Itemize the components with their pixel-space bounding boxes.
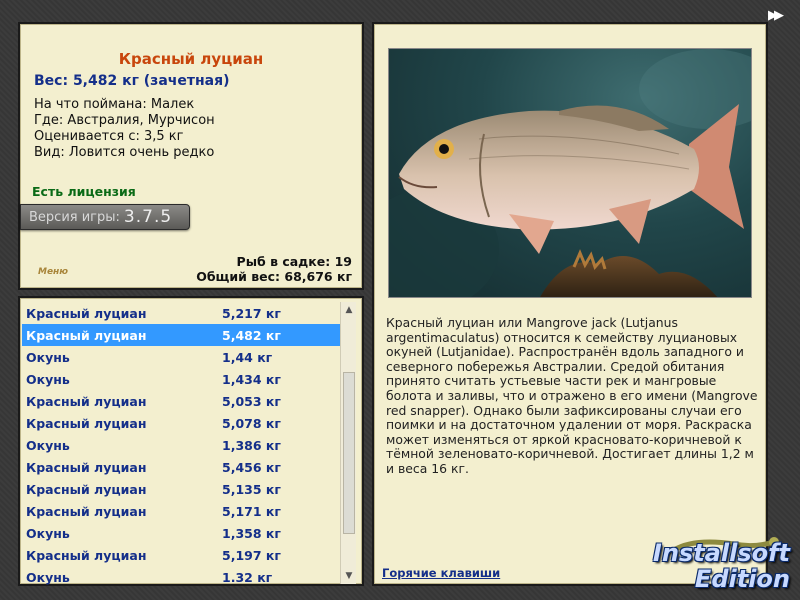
catch-fish-weight: 5,135 кг bbox=[222, 481, 281, 497]
catch-list-row[interactable]: Красный луциан 5,217 кг bbox=[22, 302, 340, 324]
catch-list-row[interactable]: Красный луциан 5,197 кг bbox=[22, 544, 340, 566]
catch-list-row[interactable]: Окунь 1,44 кг bbox=[22, 346, 340, 368]
catch-list-row[interactable]: Красный луциан 5,456 кг bbox=[22, 456, 340, 478]
fish-description-panel: Красный луциан или Mangrove jack (Lutjan… bbox=[372, 22, 768, 586]
installsoft-watermark: Installsoft Edition bbox=[634, 530, 794, 596]
catch-list-row[interactable]: Окунь 1,434 кг bbox=[22, 368, 340, 390]
fish-info-panel: Красный луциан Вес: 5,482 кг (зачетная) … bbox=[18, 22, 364, 290]
catch-fish-weight: 5,197 кг bbox=[222, 547, 281, 563]
catch-list-row[interactable]: Красный луциан 5,171 кг bbox=[22, 500, 340, 522]
catch-list[interactable]: Красный луциан 5,217 кг Красный луциан 5,48… bbox=[22, 302, 340, 586]
fish-illustration bbox=[389, 49, 751, 297]
fast-forward-icon[interactable]: ▶▶ bbox=[768, 8, 792, 24]
catch-list-row[interactable]: Окунь 1.32 кг bbox=[22, 566, 340, 586]
catch-fish-name: Красный луциан bbox=[26, 547, 147, 563]
keepnet-stats: Рыб в садке: 19 Общий вес: 68,676 кг bbox=[196, 254, 352, 284]
catch-fish-name: Окунь bbox=[26, 371, 70, 387]
watermark-line1: Installsoft bbox=[652, 539, 790, 567]
fish-weight: Вес: 5,482 кг (зачетная) bbox=[34, 73, 230, 89]
catch-fish-weight: 1.32 кг bbox=[222, 569, 273, 585]
scroll-down-arrow-icon[interactable]: ▼ bbox=[341, 568, 357, 584]
species-rarity: Вид: Ловится очень редко bbox=[34, 145, 215, 160]
catch-fish-weight: 1,44 кг bbox=[222, 349, 273, 365]
rated-from: Оценивается с: 3,5 кг bbox=[34, 129, 184, 144]
catch-fish-weight: 1,434 кг bbox=[222, 371, 281, 387]
hotkeys-link[interactable]: Горячие клавиши bbox=[382, 566, 500, 580]
catch-fish-weight: 5,482 кг bbox=[222, 327, 281, 343]
scroll-up-arrow-icon[interactable]: ▲ bbox=[341, 302, 357, 318]
fish-name-title: Красный луциан bbox=[118, 50, 264, 68]
catch-list-scrollbar[interactable]: ▲ ▼ bbox=[340, 302, 356, 584]
fish-properties: На что поймана: Малек Где: Австралия, Му… bbox=[34, 97, 215, 161]
watermark-text: Installsoft Edition bbox=[653, 540, 790, 592]
watermark-line2: Edition bbox=[694, 565, 790, 593]
catch-fish-name: Красный луциан bbox=[26, 393, 147, 409]
catch-fish-name: Красный луциан bbox=[26, 327, 147, 343]
catch-list-row[interactable]: Красный луциан 5,078 кг bbox=[22, 412, 340, 434]
fish-description: Красный луциан или Mangrove jack (Lutjan… bbox=[386, 315, 758, 476]
catch-fish-name: Красный луциан bbox=[26, 503, 147, 519]
catch-fish-weight: 5,456 кг bbox=[222, 459, 281, 475]
catch-fish-weight: 5,171 кг bbox=[222, 503, 281, 519]
license-status: Есть лицензия bbox=[32, 184, 136, 199]
version-badge: Версия игры: 3.7.5 bbox=[20, 204, 190, 230]
catch-fish-weight: 1,386 кг bbox=[222, 437, 281, 453]
catch-bait: На что поймана: Малек bbox=[34, 97, 195, 112]
catch-fish-weight: 1,358 кг bbox=[222, 525, 281, 541]
catch-location: Где: Австралия, Мурчисон bbox=[34, 113, 215, 128]
catch-list-row[interactable]: Окунь 1,358 кг bbox=[22, 522, 340, 544]
catch-fish-name: Красный луциан bbox=[26, 459, 147, 475]
catch-list-row[interactable]: Окунь 1,386 кг bbox=[22, 434, 340, 456]
catch-fish-name: Окунь bbox=[26, 569, 70, 585]
total-weight: Общий вес: 68,676 кг bbox=[196, 269, 352, 284]
menu-link[interactable]: Меню bbox=[38, 267, 68, 277]
catch-fish-name: Окунь bbox=[26, 437, 70, 453]
catch-fish-weight: 5,078 кг bbox=[222, 415, 281, 431]
catch-fish-name: Красный луциан bbox=[26, 481, 147, 497]
version-value: 3.7.5 bbox=[123, 207, 173, 227]
fish-count: Рыб в садке: 19 bbox=[236, 254, 352, 269]
catch-list-row[interactable]: Красный луциан 5,053 кг bbox=[22, 390, 340, 412]
version-label: Версия игры: bbox=[29, 209, 120, 225]
catch-list-panel: Красный луциан 5,217 кг Красный луциан 5,48… bbox=[18, 296, 364, 586]
fish-photo bbox=[388, 48, 752, 298]
catch-list-row[interactable]: Красный луциан 5,135 кг bbox=[22, 478, 340, 500]
catch-fish-name: Красный луциан bbox=[26, 305, 147, 321]
catch-fish-weight: 5,053 кг bbox=[222, 393, 281, 409]
scrollbar-thumb[interactable] bbox=[343, 372, 355, 534]
catch-fish-name: Окунь bbox=[26, 525, 70, 541]
catch-list-row[interactable]: Красный луциан 5,482 кг bbox=[22, 324, 340, 346]
catch-fish-name: Красный луциан bbox=[26, 415, 147, 431]
catch-fish-weight: 5,217 кг bbox=[222, 305, 281, 321]
catch-fish-name: Окунь bbox=[26, 349, 70, 365]
